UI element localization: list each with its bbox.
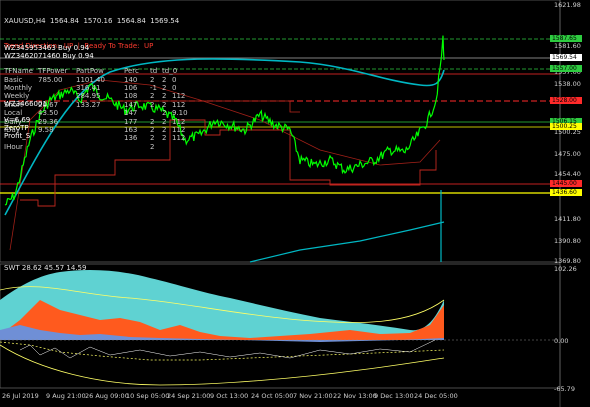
- time-axis-label: 24 Dec 05:00: [414, 392, 458, 400]
- time-axis-label: 7 Nov 21:00: [293, 392, 333, 400]
- time-axis-label: 9 Oct 13:00: [210, 392, 249, 400]
- table-cell: 112: [172, 117, 186, 126]
- time-axis-label: 26 Jul 2019: [2, 392, 39, 400]
- table-cell: 2: [150, 100, 155, 109]
- price-axis-label: 1454.40: [554, 170, 581, 178]
- table-cell: 0: [172, 84, 177, 93]
- table-cell: Monthly: [4, 84, 33, 93]
- table-row: IHour 2: [4, 143, 179, 151]
- table-header-cell: td_0: [162, 67, 178, 76]
- table-cell: 2: [162, 92, 167, 101]
- price-axis-label: 1538.00: [554, 80, 581, 88]
- table-cell: 2: [162, 100, 167, 109]
- table-cell: 316.41: [76, 84, 101, 93]
- table-cell: 2: [162, 84, 167, 93]
- price-axis-label: 1581.60: [554, 42, 581, 50]
- table-cell: 140: [124, 75, 138, 84]
- price-axis-label: 1369.80: [554, 257, 581, 265]
- price-tag: 1436.60: [550, 189, 582, 196]
- symbol-title: XAUUSD,H4 1564.84 1570.16 1564.84 1569.5…: [4, 16, 180, 25]
- table-cell: 147: [124, 109, 138, 118]
- hud-overlay: XAUUSD,H4 1564.84 1570.16 1564.84 1569.5…: [4, 0, 188, 168]
- table-cell: 112: [172, 100, 186, 109]
- time-axis-label: 26 Aug 09:00: [85, 392, 129, 400]
- price-axis-label: 1390.80: [554, 237, 581, 245]
- table-cell: 2: [162, 117, 167, 126]
- indicator-axis-label: 0.00: [554, 337, 569, 345]
- price-axis-label: 1475.00: [554, 150, 581, 158]
- table-cell: 2: [162, 75, 167, 84]
- table-cell: 112: [172, 125, 186, 134]
- table-cell: 9.10: [172, 109, 188, 118]
- time-axis-label: 10 Sep 05:00: [126, 392, 170, 400]
- table-cell: 112: [172, 134, 186, 143]
- table-row: Basic 785.00 1101.40 140 2 2 0: [4, 76, 179, 84]
- table-cell: 112: [172, 92, 186, 101]
- time-axis-label: 24 Oct 05:00: [251, 392, 294, 400]
- indicator-axis-label: 102.26: [554, 265, 577, 273]
- table-cell: 29.36: [38, 117, 59, 126]
- table-cell: 2: [150, 125, 155, 134]
- table-cell: 133.27: [76, 100, 101, 109]
- order-overlay-line: WZ3462071460 Buy 0.94: [4, 52, 94, 60]
- table-cell: 43.50: [38, 109, 59, 118]
- table-cell: -1: [150, 84, 157, 93]
- order-overlay-line: WZ3466001: [4, 100, 47, 108]
- time-axis-label: 24 Sep 21:00: [167, 392, 211, 400]
- time-axis-label: 9 Dec 13:00: [374, 392, 414, 400]
- price-tag: 1587.65: [550, 35, 582, 42]
- table-cell: 147: [124, 100, 138, 109]
- table-cell: IHour: [4, 142, 23, 151]
- price-tag: 1528.00: [550, 97, 582, 104]
- power-table: TFName TFPower PartPow Perc td td_0 Basic 785.0…: [4, 67, 188, 151]
- price-axis-label: 1411.80: [554, 215, 581, 223]
- table-cell: 163: [124, 125, 138, 134]
- table-header-cell: TFPower: [38, 67, 68, 76]
- table-row: Daily 29.36 177 2 2 112: [4, 117, 185, 126]
- table-row: 136 2 2 112: [4, 134, 185, 143]
- price-tag: 1557.00: [550, 65, 582, 72]
- table-cell: 177: [124, 117, 138, 126]
- table-cell: 108: [124, 92, 138, 101]
- table-row: Local 43.50 147 2 9.10: [4, 109, 188, 118]
- table-header-cell: PartPow: [76, 67, 104, 76]
- table-cell: 2: [162, 125, 167, 134]
- indicator-axis-label: -65.79: [554, 385, 575, 393]
- indicator-title: SWT 28.62 45.57 14.59: [4, 264, 87, 272]
- order-overlay-line: Profit_S: [4, 132, 31, 140]
- table-cell: 106: [124, 84, 138, 93]
- table-cell: 785.00: [38, 75, 63, 84]
- price-tag: 1500.25: [550, 123, 582, 130]
- table-cell: 2: [150, 134, 155, 143]
- table-cell: 2: [162, 134, 167, 143]
- price-axis-label: 1621.98: [554, 1, 581, 9]
- table-cell: 2: [150, 75, 155, 84]
- price-tag: 1569.54: [550, 54, 582, 61]
- time-axis-label: 22 Nov 13:00: [333, 392, 377, 400]
- table-header-cell: Perc: [124, 67, 139, 76]
- table-cell: 9.58: [38, 125, 54, 134]
- table-row: Monthly 316.41 106 -1 2 0: [4, 84, 179, 92]
- table-cell: Basic: [4, 75, 23, 84]
- price-tag: 1445.00: [550, 180, 582, 187]
- table-cell: 0: [172, 75, 177, 84]
- time-axis-label: 9 Aug 21:00: [46, 392, 86, 400]
- table-cell: 2: [150, 92, 155, 101]
- table-cell: 136: [124, 134, 138, 143]
- table-cell: 1101.40: [76, 75, 105, 84]
- table-cell: 2: [150, 142, 155, 151]
- table-header-cell: TFName: [4, 67, 33, 76]
- table-header-row: TFName TFPower PartPow Perc td td_0: [4, 67, 179, 75]
- table-header-cell: td: [150, 67, 158, 76]
- table-cell: 2: [162, 109, 167, 118]
- table-cell: 2: [150, 117, 155, 126]
- table-row: IDay 9.58 163 2 2 112: [4, 125, 185, 134]
- table-cell: 284.95: [76, 92, 101, 101]
